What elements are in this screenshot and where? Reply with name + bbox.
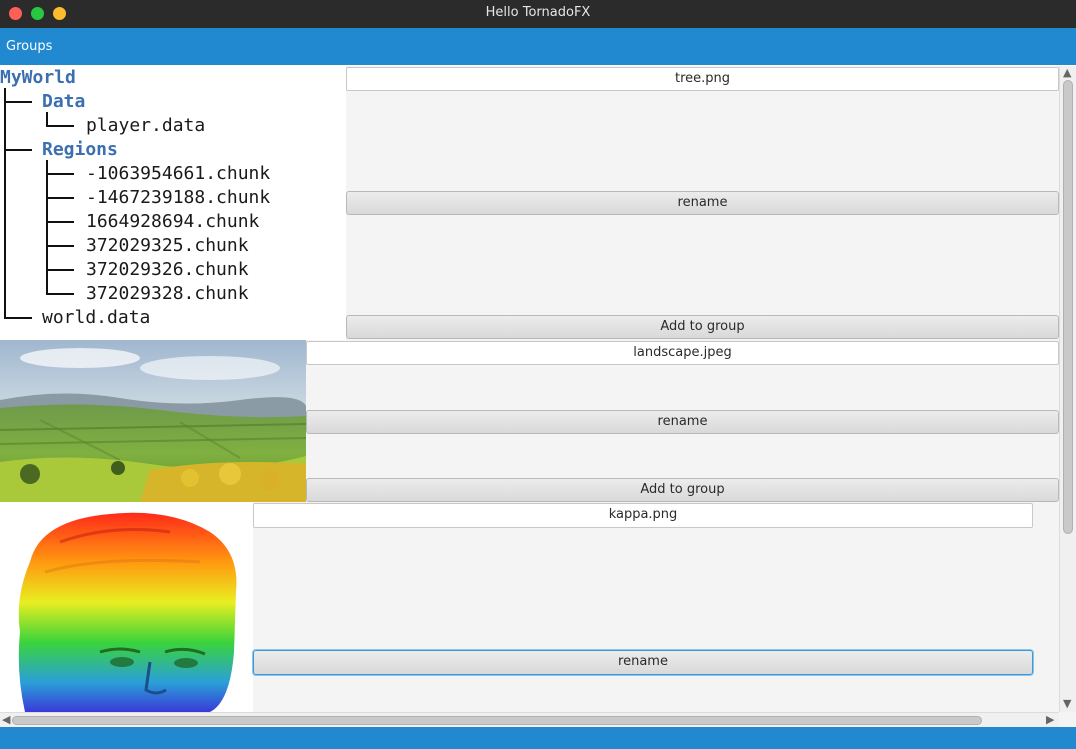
scroll-left-icon[interactable]: ◀ bbox=[2, 714, 10, 726]
tree-folder-data[interactable]: Data bbox=[42, 91, 85, 113]
tree-chunk-item[interactable]: 372029328.chunk bbox=[86, 283, 249, 305]
horizontal-scrollbar[interactable]: ◀ ▶ bbox=[0, 712, 1059, 727]
landscape-rename-button[interactable]: rename bbox=[306, 410, 1059, 434]
kappa-image bbox=[0, 502, 253, 712]
scroll-down-icon[interactable]: ▼ bbox=[1063, 698, 1071, 710]
file-tree: MyWorld Data player.data Regions -106395… bbox=[0, 66, 346, 340]
tree-root-myworld[interactable]: MyWorld bbox=[0, 67, 76, 89]
landscape-image bbox=[0, 340, 306, 502]
groups-menu[interactable]: Groups bbox=[6, 39, 52, 54]
tree-chunk-item[interactable]: 372029326.chunk bbox=[86, 259, 249, 281]
tree-chunk-item[interactable]: -1063954661.chunk bbox=[86, 163, 270, 185]
tree-chunk-item[interactable]: -1467239188.chunk bbox=[86, 187, 270, 209]
landscape-filename-field[interactable]: landscape.jpeg bbox=[306, 341, 1059, 365]
tree-rename-button[interactable]: rename bbox=[346, 191, 1059, 215]
tree-folder-regions[interactable]: Regions bbox=[42, 139, 118, 161]
tree-file-world-data[interactable]: world.data bbox=[42, 307, 150, 329]
tree-file-player-data[interactable]: player.data bbox=[86, 115, 205, 137]
tree-add-to-group-button[interactable]: Add to group bbox=[346, 315, 1059, 339]
scroll-right-icon[interactable]: ▶ bbox=[1046, 714, 1054, 726]
menu-bar: Groups bbox=[0, 28, 1076, 65]
vertical-scroll-thumb[interactable] bbox=[1063, 80, 1073, 534]
bottom-bar bbox=[0, 727, 1076, 749]
scroll-up-icon[interactable]: ▲ bbox=[1063, 67, 1071, 79]
vertical-scrollbar[interactable]: ▲ ▼ bbox=[1059, 66, 1076, 712]
kappa-rename-button[interactable]: rename bbox=[253, 650, 1033, 675]
tree-chunk-item[interactable]: 372029325.chunk bbox=[86, 235, 249, 257]
window-titlebar: Hello TornadoFX bbox=[0, 0, 1076, 28]
tree-chunk-item[interactable]: 1664928694.chunk bbox=[86, 211, 259, 233]
kappa-filename-field[interactable]: kappa.png bbox=[253, 503, 1033, 528]
tree-filename-field[interactable]: tree.png bbox=[346, 67, 1059, 91]
window-title: Hello TornadoFX bbox=[485, 5, 591, 20]
content-area: MyWorld Data player.data Regions -106395… bbox=[0, 66, 1076, 727]
landscape-add-to-group-button[interactable]: Add to group bbox=[306, 478, 1059, 502]
horizontal-scroll-thumb[interactable] bbox=[12, 716, 982, 725]
